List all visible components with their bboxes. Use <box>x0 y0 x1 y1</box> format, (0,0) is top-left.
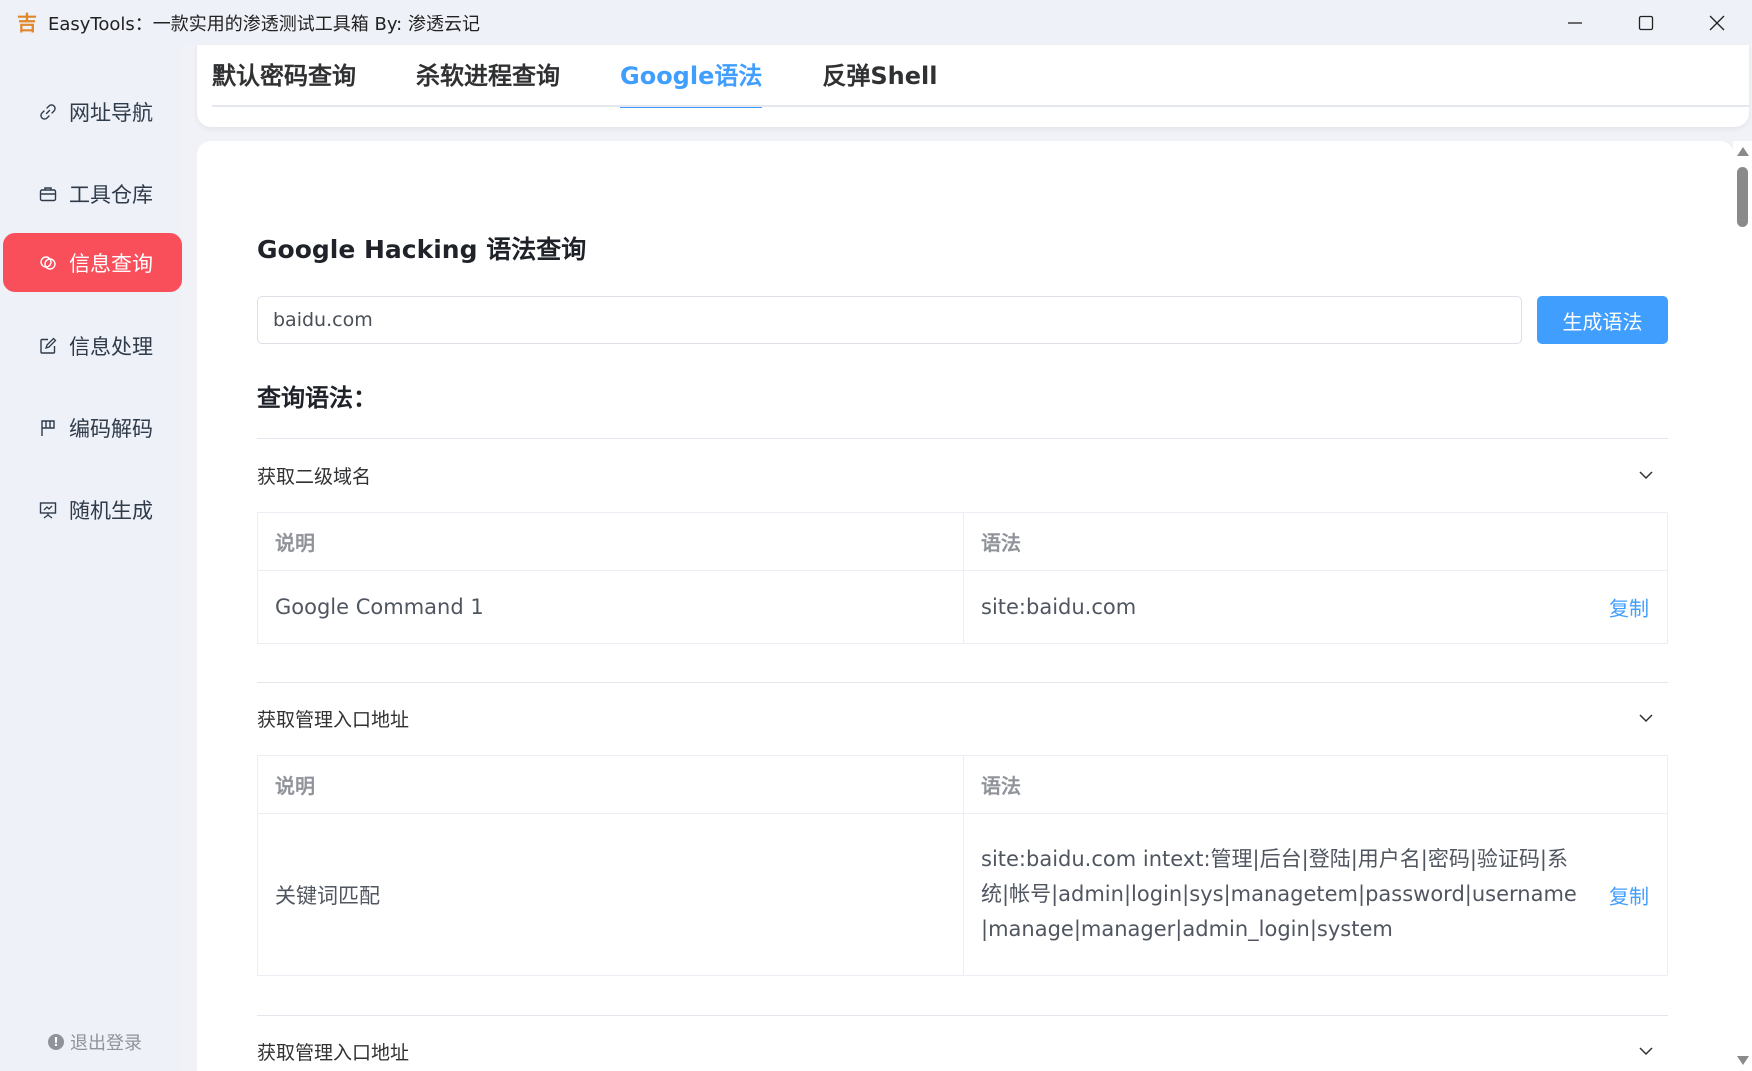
sidebar-item-label: 编码解码 <box>69 416 153 441</box>
sidebar-item-info-query[interactable]: 信息查询 <box>3 233 182 292</box>
sidebar-item-label: 网址导航 <box>69 100 153 125</box>
syntax-table: 说明 语法 关键词匹配 site:baidu.com intext:管理|后台|… <box>257 755 1668 976</box>
column-header-syntax: 语法 <box>981 531 1021 555</box>
tab-antivirus-process[interactable]: 杀软进程查询 <box>416 45 560 105</box>
scroll-up-arrow-icon[interactable] <box>1737 147 1749 156</box>
row-syntax: site:baidu.com intext:管理|后台|登陆|用户名|密码|验证… <box>981 847 1577 941</box>
tab-bar: 默认密码查询 杀软进程查询 Google语法 反弹Shell <box>212 45 997 108</box>
domain-input[interactable] <box>257 296 1522 344</box>
collapse-header-admin-entry[interactable]: 获取管理入口地址 <box>257 698 1668 738</box>
copy-button[interactable]: 复制 <box>1609 593 1649 622</box>
tab-google-syntax[interactable]: Google语法 <box>620 45 763 108</box>
vertical-scrollbar[interactable] <box>1733 141 1752 1071</box>
column-header-desc: 说明 <box>258 513 964 570</box>
row-syntax-cell: site:baidu.com 复制 <box>964 571 1667 643</box>
app-icon: 吉 <box>17 10 37 35</box>
edit-icon <box>37 335 59 357</box>
info-icon: ! <box>48 1034 64 1050</box>
scroll-thumb[interactable] <box>1737 167 1748 227</box>
table-header-row: 说明 语法 <box>258 513 1667 571</box>
table-row: 关键词匹配 site:baidu.com intext:管理|后台|登陆|用户名… <box>258 814 1667 975</box>
window-controls <box>1539 0 1752 45</box>
tab-divider <box>212 105 1749 107</box>
section-title: 获取二级域名 <box>257 465 372 488</box>
sidebar-item-label: 随机生成 <box>69 498 153 523</box>
sidebar-item-info-process[interactable]: 信息处理 <box>3 316 182 375</box>
title-bar: 吉 EasyTools：一款实用的渗透测试工具箱 By: 渗透云记 <box>0 0 1752 45</box>
maximize-button[interactable] <box>1610 0 1681 45</box>
row-syntax-cell: site:baidu.com intext:管理|后台|登陆|用户名|密码|验证… <box>964 814 1667 975</box>
section-divider <box>257 682 1668 683</box>
copy-button[interactable]: 复制 <box>1609 880 1649 909</box>
syntax-table: 说明 语法 Google Command 1 site:baidu.com 复制 <box>257 512 1668 644</box>
section-divider <box>257 1015 1668 1016</box>
close-icon <box>1709 15 1724 30</box>
sidebar-item-label: 信息查询 <box>69 251 153 276</box>
window-title: EasyTools：一款实用的渗透测试工具箱 By: 渗透云记 <box>48 13 480 35</box>
sidebar-item-label: 信息处理 <box>69 334 153 359</box>
logout-button[interactable]: ! 退出登录 <box>48 1029 142 1055</box>
flag-icon <box>37 417 59 439</box>
column-header-desc: 说明 <box>258 756 964 813</box>
sidebar-item-tool-repo[interactable]: 工具仓库 <box>3 164 182 223</box>
table-header-row: 说明 语法 <box>258 756 1667 814</box>
generate-syntax-button[interactable]: 生成语法 <box>1537 296 1668 344</box>
briefcase-icon <box>37 183 59 205</box>
sidebar-item-random-gen[interactable]: 随机生成 <box>3 480 182 539</box>
section-title: 获取管理入口地址 <box>257 1041 410 1064</box>
tab-reverse-shell[interactable]: 反弹Shell <box>822 45 937 105</box>
minimize-button[interactable] <box>1539 0 1610 45</box>
scroll-down-arrow-icon[interactable] <box>1737 1056 1749 1065</box>
column-header-syntax: 语法 <box>981 774 1021 798</box>
row-syntax: site:baidu.com <box>981 594 1137 619</box>
sidebar-item-encode-decode[interactable]: 编码解码 <box>3 398 182 457</box>
row-desc: 关键词匹配 <box>258 814 964 975</box>
collapse-header-admin-entry-2[interactable]: 获取管理入口地址 <box>257 1031 1668 1071</box>
presentation-icon <box>37 499 59 521</box>
link-icon <box>37 101 59 123</box>
chevron-down-icon <box>1639 714 1653 723</box>
table-row: Google Command 1 site:baidu.com 复制 <box>258 571 1667 643</box>
chevron-down-icon <box>1639 471 1653 480</box>
chat-icon <box>37 252 59 274</box>
section-title: 获取管理入口地址 <box>257 708 410 731</box>
maximize-icon <box>1638 15 1653 30</box>
tab-default-password[interactable]: 默认密码查询 <box>212 45 356 105</box>
tabs-card: 默认密码查询 杀软进程查询 Google语法 反弹Shell <box>197 45 1749 127</box>
sidebar: 网址导航 工具仓库 信息查询 信息处理 编码解码 随机生成 ! 退出登录 <box>0 45 182 1071</box>
section-divider <box>257 438 1668 439</box>
collapse-header-subdomain[interactable]: 获取二级域名 <box>257 455 1668 495</box>
minimize-icon <box>1567 21 1582 24</box>
query-syntax-label: 查询语法： <box>257 384 377 412</box>
logout-label: 退出登录 <box>70 1033 142 1054</box>
sidebar-item-url-nav[interactable]: 网址导航 <box>3 82 182 141</box>
page-title: Google Hacking 语法查询 <box>257 235 587 264</box>
row-desc: Google Command 1 <box>258 571 964 643</box>
close-button[interactable] <box>1681 0 1752 45</box>
sidebar-item-label: 工具仓库 <box>69 182 153 207</box>
chevron-down-icon <box>1639 1047 1653 1056</box>
